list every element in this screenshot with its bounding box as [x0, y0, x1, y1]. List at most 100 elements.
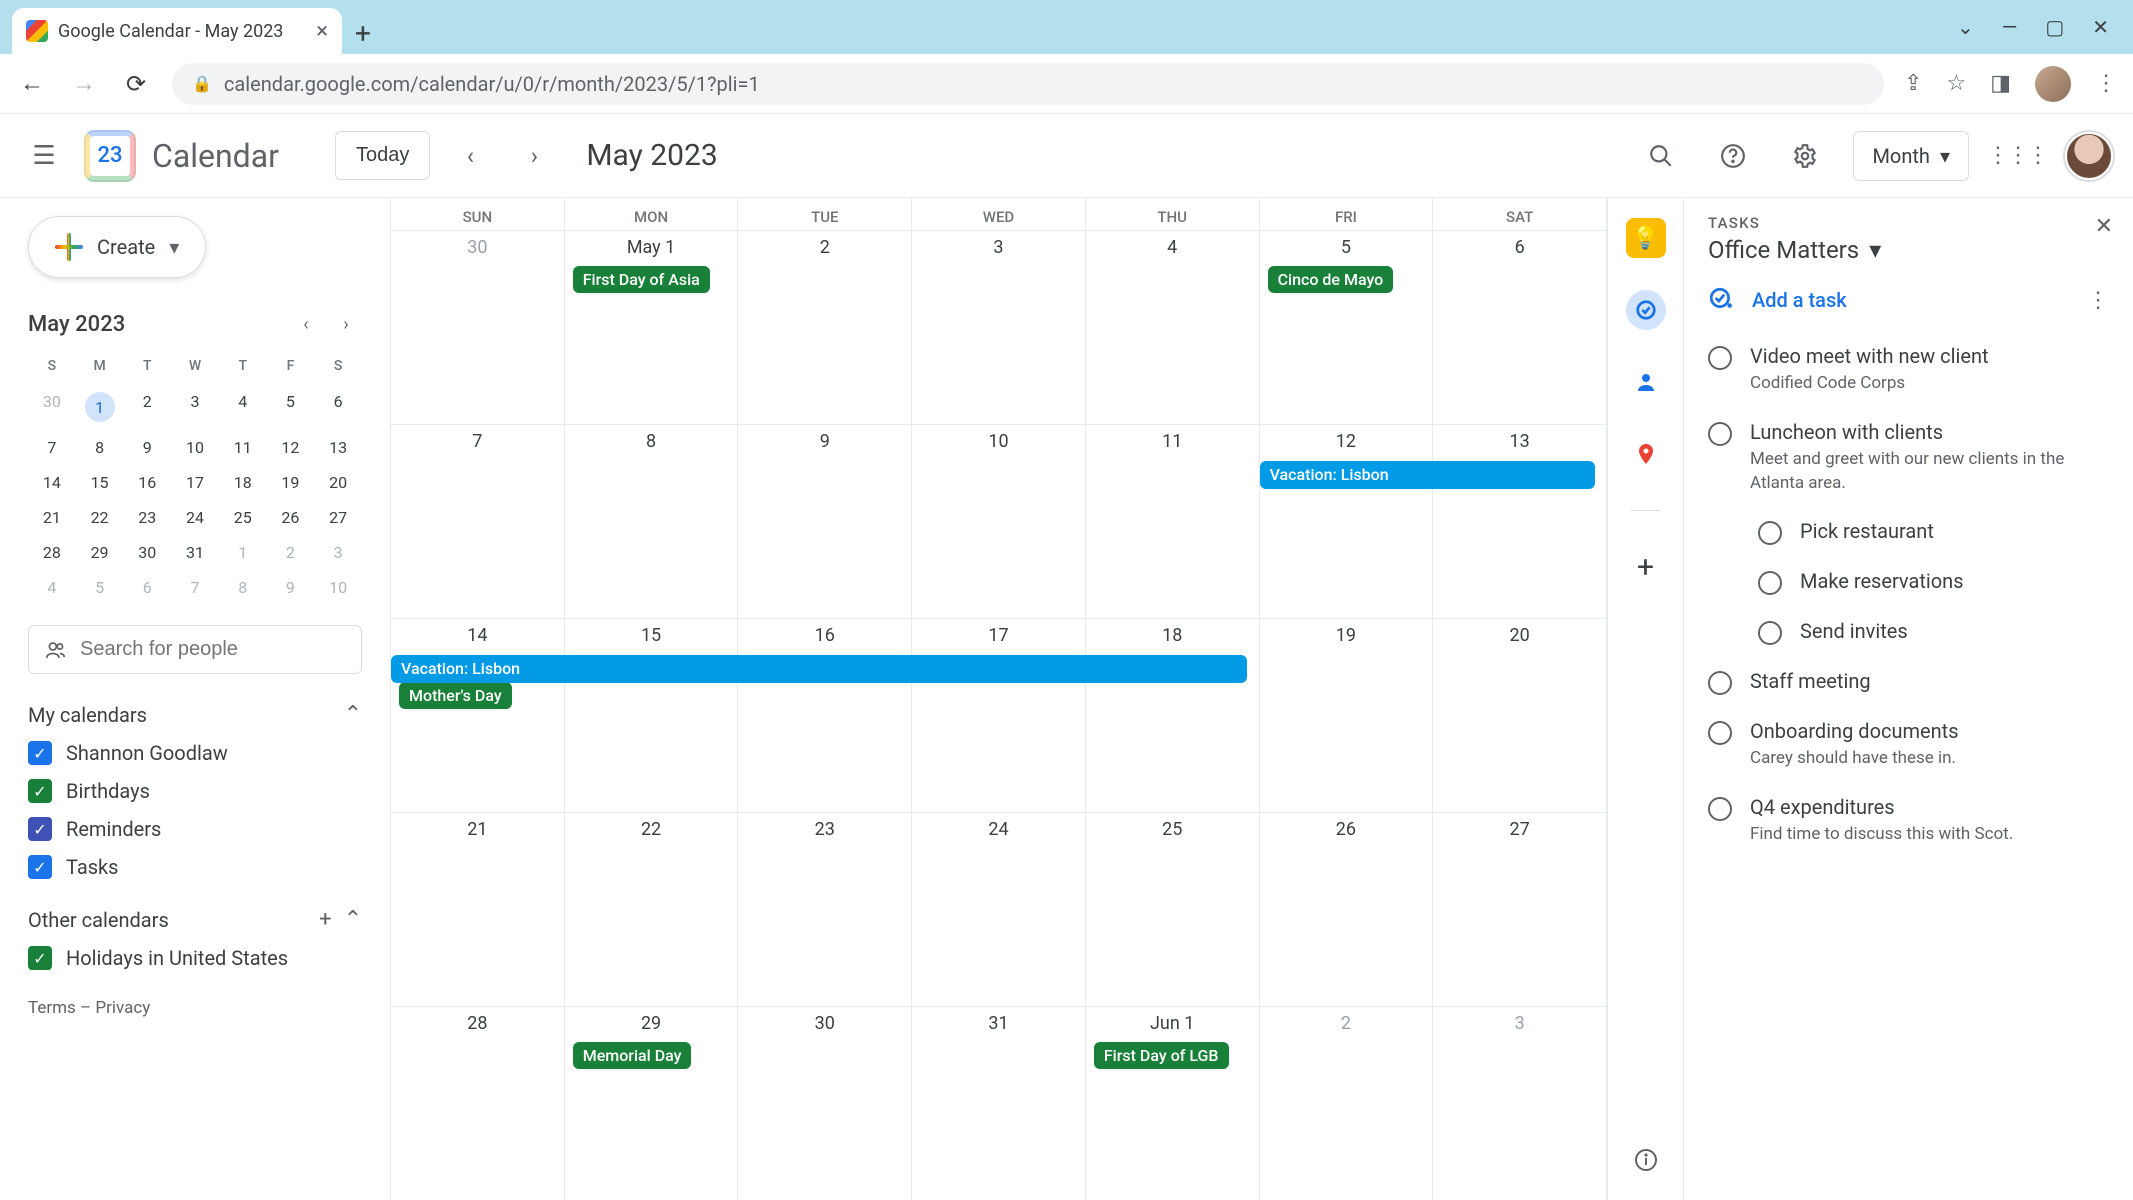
calendar-event-span[interactable]: Vacation: Lisbon: [391, 655, 1247, 683]
mini-day[interactable]: 18: [219, 465, 267, 500]
subtask-item[interactable]: Make reservations: [1758, 557, 2109, 607]
day-cell[interactable]: 8: [565, 425, 739, 618]
task-item[interactable]: Onboarding documentsCarey should have th…: [1708, 707, 2109, 783]
search-people-input[interactable]: [80, 638, 345, 661]
mini-day[interactable]: 14: [28, 465, 76, 500]
chevron-down-icon[interactable]: ⌄: [1957, 15, 1974, 39]
day-cell[interactable]: 7: [391, 425, 565, 618]
calendar-checkbox[interactable]: [28, 946, 52, 970]
add-task-button[interactable]: Add a task: [1752, 288, 2071, 312]
mini-day[interactable]: 25: [219, 500, 267, 535]
day-cell[interactable]: 3: [912, 231, 1086, 424]
close-tab-icon[interactable]: ×: [316, 19, 328, 44]
mini-day[interactable]: 30: [28, 384, 76, 430]
mini-day[interactable]: 7: [28, 430, 76, 465]
keep-icon[interactable]: 💡: [1626, 218, 1666, 258]
day-cell[interactable]: 21: [391, 813, 565, 1006]
prev-period-button[interactable]: ‹: [446, 132, 494, 180]
apps-grid-icon[interactable]: ⋮⋮⋮: [1993, 132, 2041, 180]
task-radio[interactable]: [1758, 571, 1782, 595]
mini-day[interactable]: 8: [76, 430, 124, 465]
mini-day[interactable]: 11: [219, 430, 267, 465]
mini-day[interactable]: 2: [123, 384, 171, 430]
mini-day[interactable]: 1: [219, 535, 267, 570]
help-icon[interactable]: [1709, 132, 1757, 180]
mini-day[interactable]: 6: [123, 570, 171, 605]
back-button[interactable]: ←: [16, 69, 48, 98]
calendar-item[interactable]: Shannon Goodlaw: [28, 741, 362, 765]
day-cell[interactable]: 31: [912, 1007, 1086, 1200]
url-input[interactable]: 🔒 calendar.google.com/calendar/u/0/r/mon…: [172, 63, 1884, 105]
mini-prev-button[interactable]: ‹: [290, 308, 322, 340]
close-window-icon[interactable]: ✕: [2092, 15, 2109, 39]
calendar-event[interactable]: First Day of Asia: [573, 266, 710, 293]
day-cell[interactable]: 29Memorial Day: [565, 1007, 739, 1200]
tasks-list-selector[interactable]: Office Matters ▾: [1708, 236, 2109, 264]
calendar-item[interactable]: Birthdays: [28, 779, 362, 803]
mini-day[interactable]: 12: [267, 430, 315, 465]
share-icon[interactable]: ⇪: [1904, 71, 1922, 96]
task-item[interactable]: Staff meeting: [1708, 657, 2109, 707]
bookmark-icon[interactable]: ☆: [1946, 71, 1966, 96]
day-cell[interactable]: 24: [912, 813, 1086, 1006]
mini-day[interactable]: 5: [76, 570, 124, 605]
task-radio[interactable]: [1708, 346, 1732, 370]
mini-day[interactable]: 13: [314, 430, 362, 465]
task-radio[interactable]: [1708, 797, 1732, 821]
day-cell[interactable]: 4: [1086, 231, 1260, 424]
privacy-link[interactable]: Privacy: [95, 998, 150, 1018]
mini-day[interactable]: 16: [123, 465, 171, 500]
task-item[interactable]: Luncheon with clientsMeet and greet with…: [1708, 408, 2109, 508]
browser-tab[interactable]: Google Calendar - May 2023 ×: [12, 8, 342, 54]
mini-day[interactable]: 3: [171, 384, 219, 430]
mini-day[interactable]: 15: [76, 465, 124, 500]
tasks-rail-icon[interactable]: [1626, 290, 1666, 330]
task-item[interactable]: Video meet with new clientCodified Code …: [1708, 332, 2109, 408]
today-button[interactable]: Today: [335, 131, 430, 180]
day-cell[interactable]: 2: [738, 231, 912, 424]
task-item[interactable]: Q4 expendituresFind time to discuss this…: [1708, 783, 2109, 859]
day-cell[interactable]: 9: [738, 425, 912, 618]
mini-day[interactable]: 4: [28, 570, 76, 605]
day-cell[interactable]: 17: [912, 619, 1086, 812]
minimize-icon[interactable]: ―: [2002, 15, 2018, 39]
subtask-item[interactable]: Send invites: [1758, 607, 2109, 657]
day-cell[interactable]: 27: [1433, 813, 1607, 1006]
new-tab-button[interactable]: +: [342, 12, 384, 54]
mini-day[interactable]: 30: [123, 535, 171, 570]
mini-day[interactable]: 31: [171, 535, 219, 570]
mini-day[interactable]: 24: [171, 500, 219, 535]
mini-day[interactable]: 4: [219, 384, 267, 430]
day-cell[interactable]: 30: [391, 231, 565, 424]
calendar-event-span[interactable]: Vacation: Lisbon: [1260, 461, 1595, 489]
user-avatar[interactable]: [2065, 132, 2113, 180]
calendar-checkbox[interactable]: [28, 779, 52, 803]
calendar-event[interactable]: Cinco de Mayo: [1268, 266, 1394, 293]
day-cell[interactable]: 28: [391, 1007, 565, 1200]
task-radio[interactable]: [1708, 671, 1732, 695]
day-cell[interactable]: 16: [738, 619, 912, 812]
mini-day[interactable]: 9: [267, 570, 315, 605]
mini-day[interactable]: 3: [314, 535, 362, 570]
day-cell[interactable]: 10: [912, 425, 1086, 618]
mini-day[interactable]: 10: [314, 570, 362, 605]
mini-day[interactable]: 17: [171, 465, 219, 500]
mini-day[interactable]: 6: [314, 384, 362, 430]
task-radio[interactable]: [1708, 721, 1732, 745]
calendar-checkbox[interactable]: [28, 855, 52, 879]
forward-button[interactable]: →: [68, 69, 100, 98]
add-calendar-icon[interactable]: +: [319, 907, 331, 932]
search-icon[interactable]: [1637, 132, 1685, 180]
task-radio[interactable]: [1758, 521, 1782, 545]
calendar-event[interactable]: Mother's Day: [399, 682, 512, 709]
mini-day[interactable]: 28: [28, 535, 76, 570]
other-calendars-header[interactable]: Other calendars + ⌃: [28, 907, 362, 932]
day-cell[interactable]: 22: [565, 813, 739, 1006]
day-cell[interactable]: 19: [1260, 619, 1434, 812]
mini-day[interactable]: 23: [123, 500, 171, 535]
mini-day[interactable]: 10: [171, 430, 219, 465]
mini-day[interactable]: 1: [76, 384, 124, 430]
day-cell[interactable]: 5Cinco de Mayo: [1260, 231, 1434, 424]
task-radio[interactable]: [1708, 422, 1732, 446]
my-calendars-header[interactable]: My calendars ⌃: [28, 702, 362, 727]
